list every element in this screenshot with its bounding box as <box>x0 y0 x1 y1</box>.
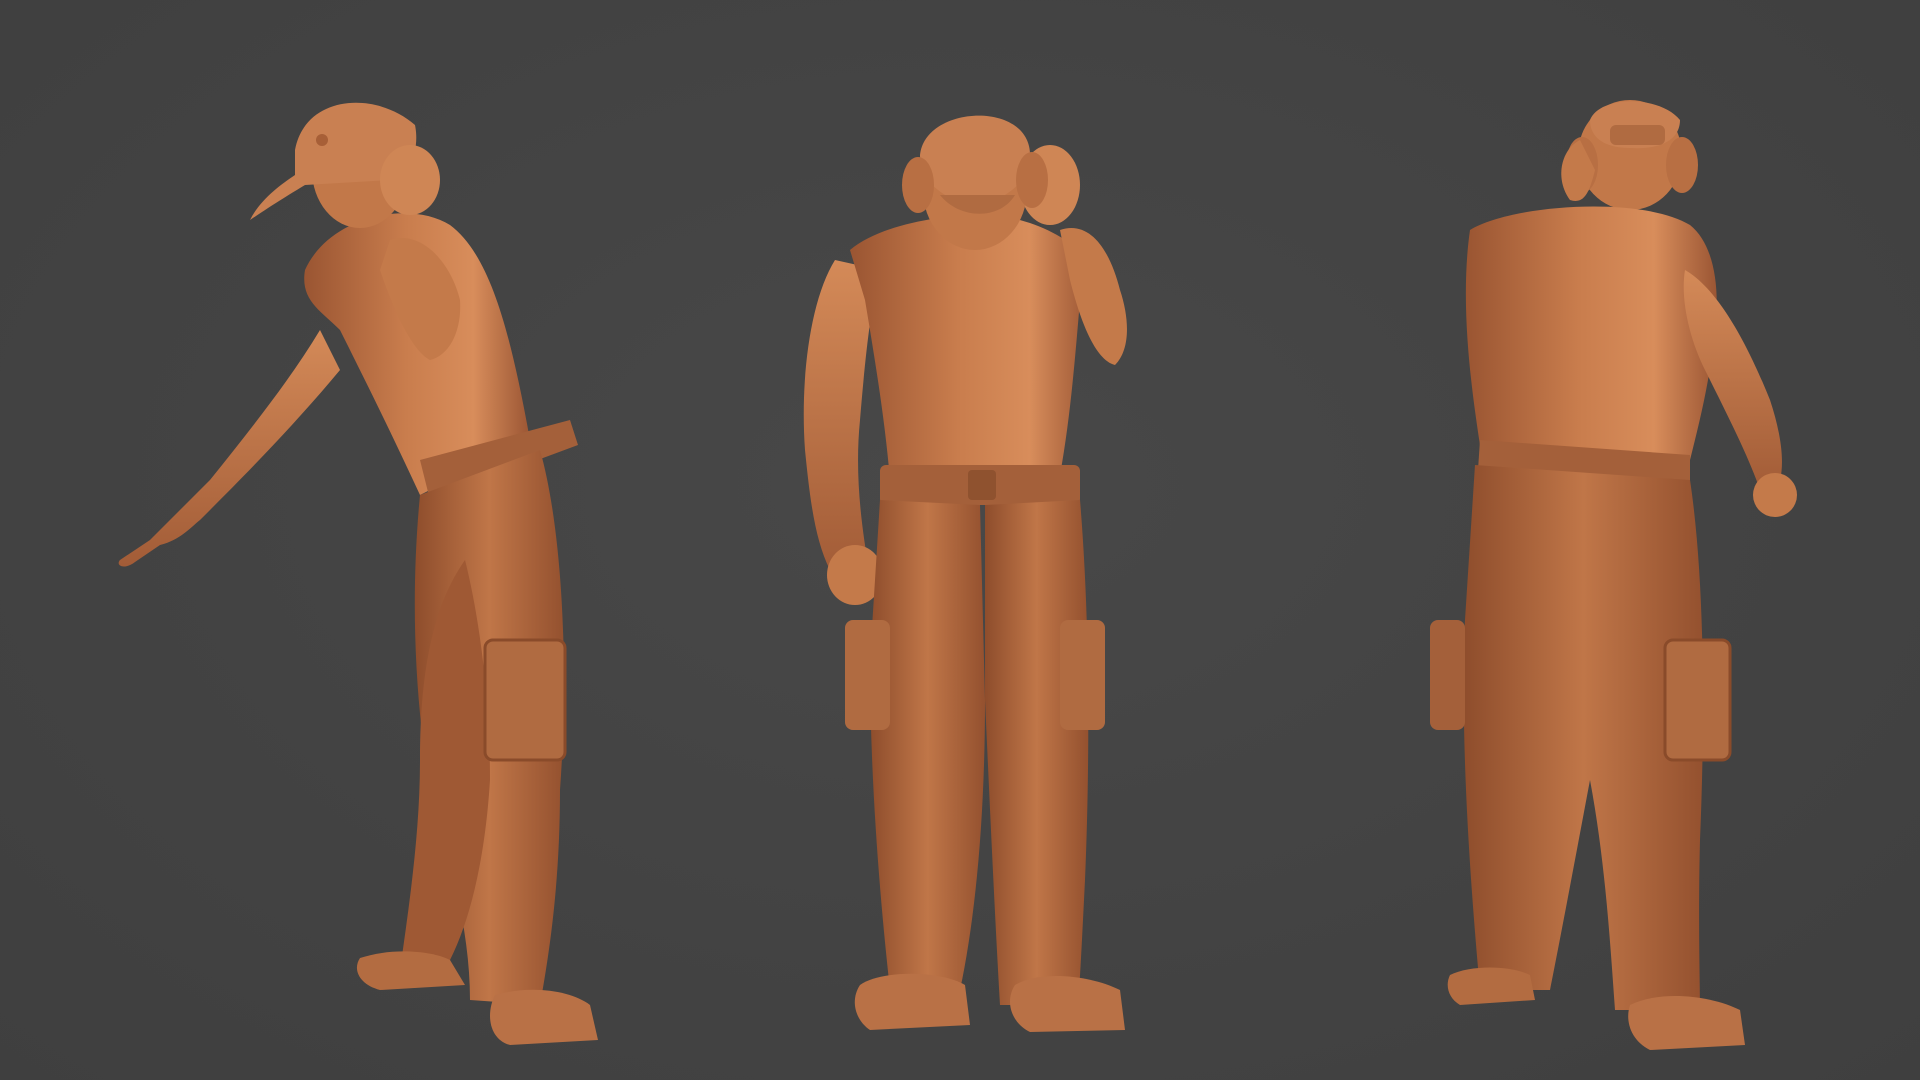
figure-back-view <box>1360 0 1820 1080</box>
render-viewport <box>0 0 1920 1080</box>
figure-front-view <box>760 0 1200 1080</box>
figure-side-view <box>90 0 650 1080</box>
